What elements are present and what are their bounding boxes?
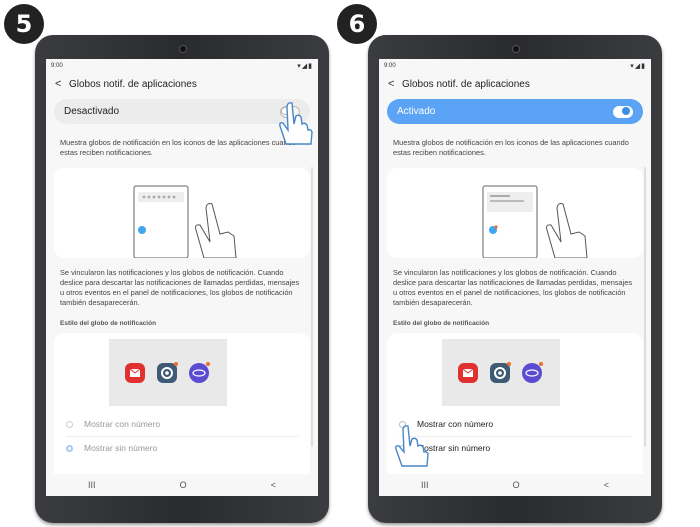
illustration-card bbox=[387, 168, 643, 259]
settings-icon bbox=[490, 362, 511, 383]
home-button[interactable]: O bbox=[180, 480, 187, 490]
page-title: Globos notif. de aplicaciones bbox=[402, 78, 530, 90]
radio-with-number[interactable] bbox=[66, 420, 73, 428]
front-camera bbox=[179, 45, 187, 53]
status-time: 9:00 bbox=[384, 63, 396, 69]
back-arrow-icon[interactable]: < bbox=[388, 78, 402, 90]
badge-preview bbox=[109, 339, 227, 406]
back-arrow-icon[interactable]: < bbox=[55, 78, 69, 90]
scrollbar[interactable] bbox=[311, 167, 313, 447]
illustration-card bbox=[54, 168, 310, 259]
status-bar: 9:00 ▾◢▮ bbox=[379, 59, 651, 73]
home-button[interactable]: O bbox=[513, 480, 520, 490]
recent-apps-button[interactable]: III bbox=[421, 480, 429, 490]
tablet-hand-illustration bbox=[482, 185, 588, 259]
option-label: Mostrar sin número bbox=[84, 443, 158, 453]
hand-pointer-icon bbox=[395, 425, 429, 467]
badge-toggle-card[interactable]: Activado bbox=[387, 99, 643, 124]
internet-icon bbox=[522, 362, 543, 383]
option-with-number[interactable]: Mostrar con número bbox=[399, 413, 631, 435]
app-bar: < Globos notif. de aplicaciones bbox=[46, 73, 318, 95]
nav-bar: III O < bbox=[379, 474, 651, 496]
back-button[interactable]: < bbox=[271, 480, 276, 490]
option-without-number[interactable]: Mostrar sin número bbox=[66, 437, 298, 459]
back-button[interactable]: < bbox=[604, 480, 609, 490]
option-label: Mostrar con número bbox=[84, 419, 161, 429]
step-number-5: 5 bbox=[4, 4, 44, 44]
hand-pointer-icon bbox=[279, 102, 313, 145]
description-linked: Se vincularon las notificaciones y los g… bbox=[60, 268, 300, 307]
step-number-6: 6 bbox=[337, 4, 377, 44]
description-linked: Se vincularon las notificaciones y los g… bbox=[393, 268, 633, 307]
status-icons: ▾◢▮ bbox=[297, 63, 313, 70]
front-camera bbox=[512, 45, 520, 53]
option-without-number[interactable]: Mostrar sin número bbox=[399, 437, 631, 459]
toggle-label: Desactivado bbox=[64, 106, 120, 117]
badge-toggle-card[interactable]: Desactivado bbox=[54, 99, 310, 124]
email-icon bbox=[125, 363, 145, 383]
radio-without-number[interactable] bbox=[66, 444, 73, 452]
status-time: 9:00 bbox=[51, 63, 63, 69]
tablet-hand-illustration bbox=[133, 185, 237, 259]
option-with-number[interactable]: Mostrar con número bbox=[66, 413, 298, 435]
page-title: Globos notif. de aplicaciones bbox=[69, 78, 197, 90]
status-icons: ▾◢▮ bbox=[630, 63, 646, 70]
toggle-switch[interactable] bbox=[613, 105, 633, 118]
badge-style-card: Mostrar con número Mostrar sin número bbox=[54, 333, 310, 483]
badge-preview bbox=[442, 339, 560, 406]
section-label: Estilo del globo de notificación bbox=[60, 320, 157, 327]
description: Muestra globos de notificación en los ic… bbox=[393, 138, 629, 157]
internet-icon bbox=[189, 362, 210, 383]
recent-apps-button[interactable]: III bbox=[88, 480, 96, 490]
scrollbar[interactable] bbox=[644, 167, 646, 447]
toggle-label: Activado bbox=[397, 106, 436, 117]
nav-bar: III O < bbox=[46, 474, 318, 496]
status-bar: 9:00 ▾◢▮ bbox=[46, 59, 318, 73]
app-bar: < Globos notif. de aplicaciones bbox=[379, 73, 651, 95]
section-label: Estilo del globo de notificación bbox=[393, 320, 490, 327]
description: Muestra globos de notificación en los ic… bbox=[60, 138, 296, 157]
settings-icon bbox=[157, 362, 178, 383]
email-icon bbox=[458, 363, 478, 383]
